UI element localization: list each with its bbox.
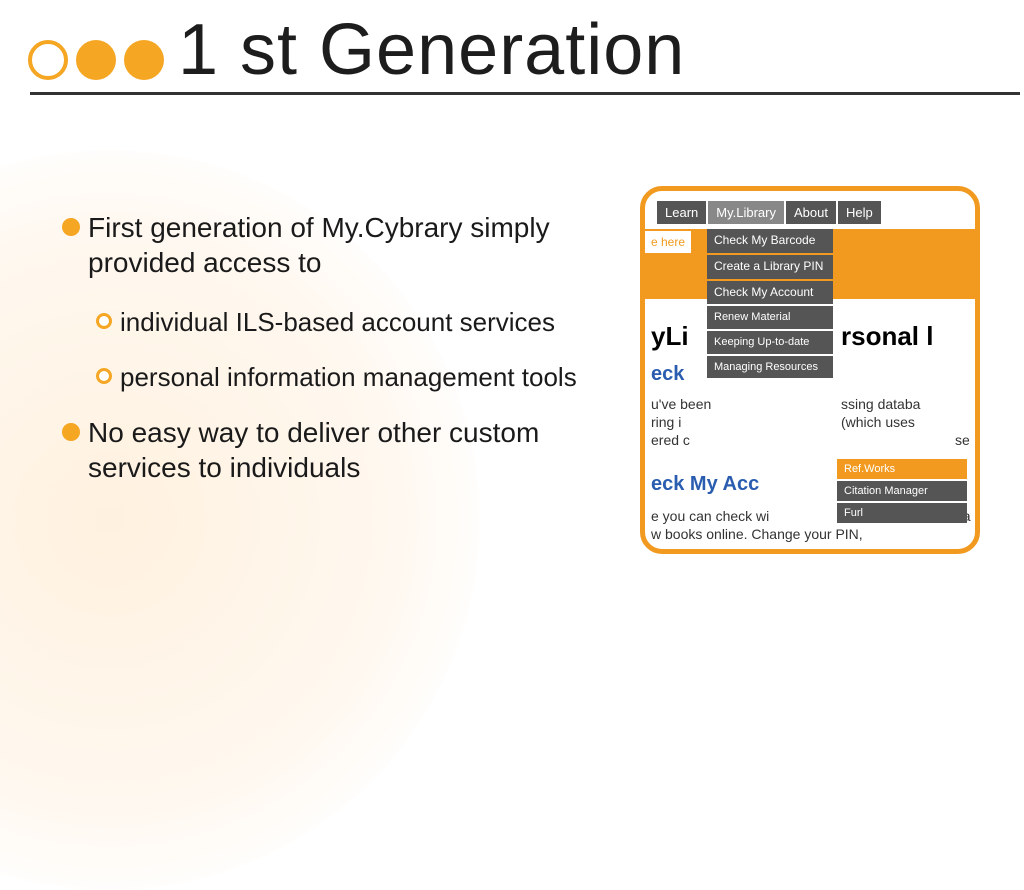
bg-text: (which uses [841, 413, 915, 432]
submenu-citation-manager[interactable]: Citation Manager [837, 481, 967, 501]
bullet-level1: No easy way to deliver other custom serv… [62, 415, 582, 485]
bg-text: u've been [651, 395, 711, 414]
bullet-icon [62, 423, 80, 441]
dot-outline-icon [28, 40, 68, 80]
dropdown-menu: Check My Barcode Create a Library PIN Ch… [707, 229, 833, 378]
menu-create-pin[interactable]: Create a Library PIN [707, 255, 833, 279]
slide-title: 1 st Generation [178, 9, 685, 91]
bullet-icon [62, 218, 80, 236]
bullet-icon [96, 368, 112, 384]
bullet-icon [96, 313, 112, 329]
bg-subheading: eck My Acc [651, 473, 759, 496]
bg-text: ring i [651, 413, 681, 432]
bullet-level1: First generation of My.Cybrary simply pr… [62, 210, 582, 280]
bg-subheading: eck [651, 363, 684, 386]
screenshot-figure: yLi rsonal l eck u've been ssing databa … [640, 186, 980, 554]
bullet-level2: individual ILS-based account services [96, 306, 582, 339]
menu-renew-material[interactable]: Renew Material [707, 306, 833, 329]
dot-solid-icon [124, 40, 164, 80]
slide-header: 1 st Generation [0, 0, 1024, 90]
bg-heading: rsonal l [841, 321, 933, 352]
bullet-content: First generation of My.Cybrary simply pr… [62, 210, 582, 511]
bullet-text: First generation of My.Cybrary simply pr… [88, 210, 582, 280]
here-chip: e here [645, 231, 691, 253]
tab-about[interactable]: About [786, 201, 836, 224]
menu-check-account[interactable]: Check My Account [707, 281, 833, 305]
bg-text: w books online. Change your PIN, [651, 525, 863, 544]
menu-managing-resources[interactable]: Managing Resources [707, 356, 833, 379]
bullet-text: individual ILS-based account services [120, 306, 555, 339]
menu-keeping-uptodate[interactable]: Keeping Up-to-date [707, 331, 833, 354]
bg-text: e you can check wi [651, 507, 769, 526]
tab-learn[interactable]: Learn [657, 201, 706, 224]
bullet-level2: personal information management tools [96, 361, 582, 394]
submenu-refworks[interactable]: Ref.Works [837, 459, 967, 479]
bg-text: ered c [651, 431, 690, 450]
tab-help[interactable]: Help [838, 201, 881, 224]
dot-solid-icon [76, 40, 116, 80]
submenu: Ref.Works Citation Manager Furl [837, 459, 967, 523]
submenu-furl[interactable]: Furl [837, 503, 967, 523]
nav-tabs: Learn My.Library About Help [657, 201, 881, 224]
bg-text: ssing databa [841, 395, 920, 414]
bullet-text: No easy way to deliver other custom serv… [88, 415, 582, 485]
bg-heading: yLi [651, 321, 689, 352]
bg-text: se [955, 431, 970, 450]
bullet-text: personal information management tools [120, 361, 577, 394]
decorative-dots [28, 40, 164, 80]
title-underline [30, 92, 1020, 95]
menu-check-barcode[interactable]: Check My Barcode [707, 229, 833, 253]
tab-mylibrary[interactable]: My.Library [708, 201, 784, 224]
